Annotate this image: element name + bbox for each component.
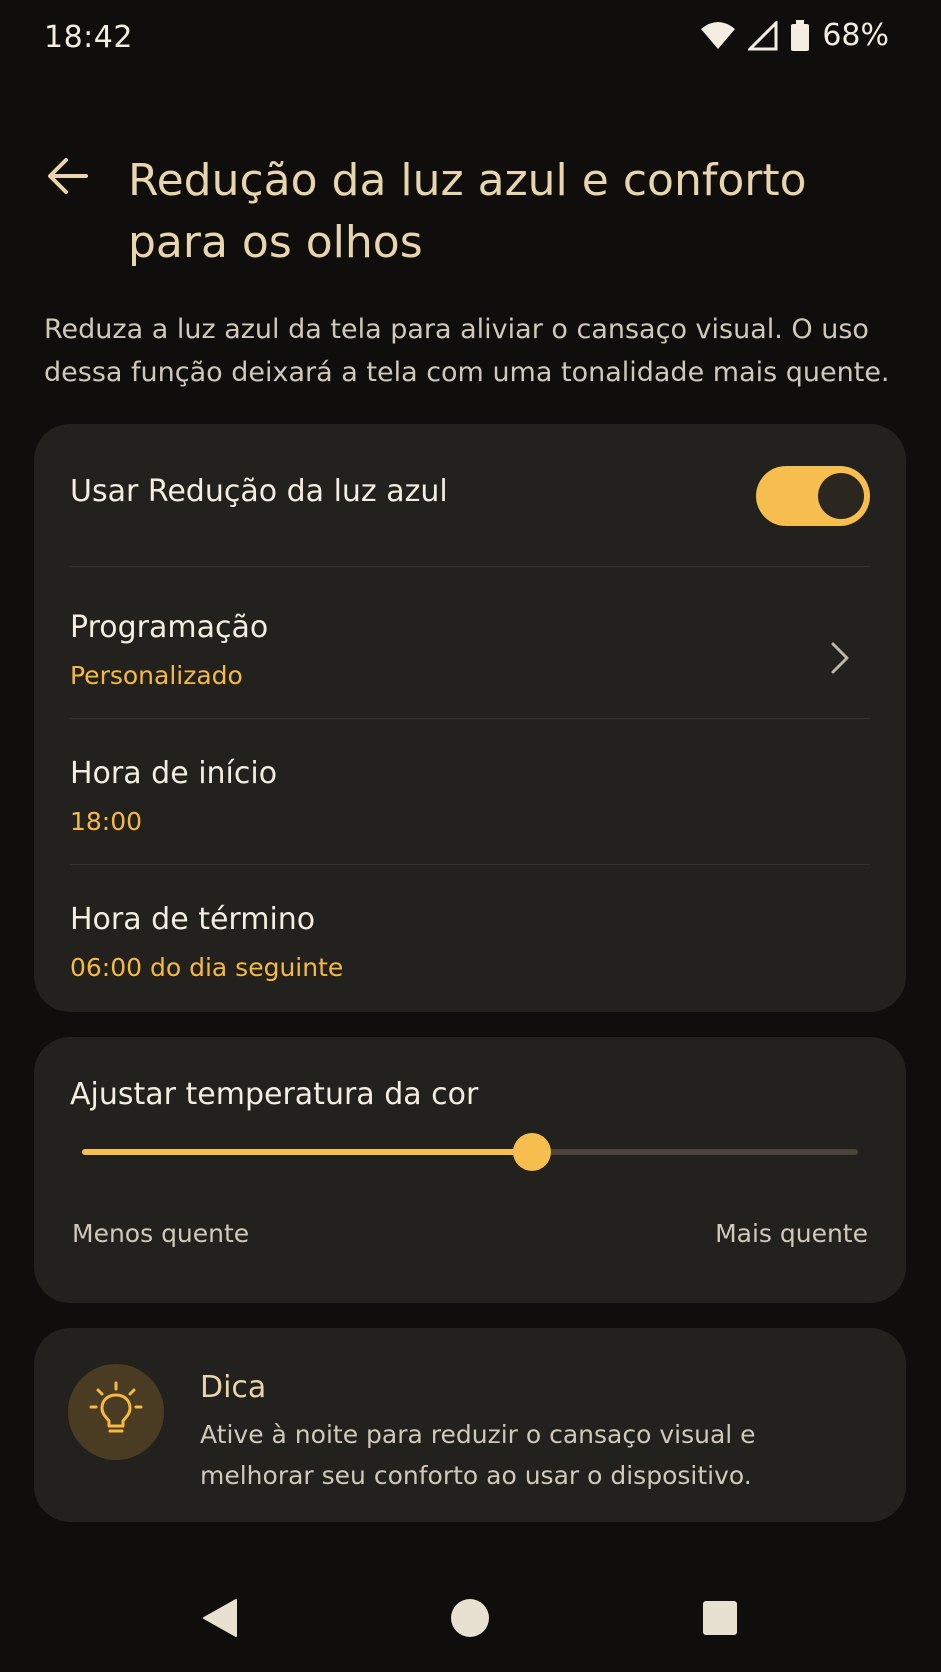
navigation-bar (0, 1580, 941, 1660)
back-triangle-icon (202, 1598, 238, 1642)
end-time-title: Hora de término (70, 902, 316, 937)
schedule-value: Personalizado (70, 661, 243, 690)
slider-thumb[interactable] (513, 1133, 552, 1171)
settings-card: Usar Redução da luz azul Programação Per… (34, 424, 906, 1012)
temperature-slider[interactable] (82, 1127, 858, 1177)
status-icons: 68% (700, 18, 889, 53)
divider (70, 566, 870, 567)
arrow-left-icon (46, 156, 90, 200)
battery-percent: 68% (822, 18, 889, 53)
schedule-row[interactable]: Programação Personalizado (70, 610, 870, 710)
tip-card: Dica Ative à noite para reduzir o cansaç… (34, 1328, 906, 1522)
status-time: 18:42 (44, 20, 133, 55)
wifi-icon (700, 21, 736, 51)
blue-light-toggle[interactable] (756, 466, 870, 526)
slider-fill (82, 1149, 533, 1155)
divider (70, 718, 870, 719)
start-time-value: 18:00 (70, 807, 143, 836)
temperature-card: Ajustar temperatura da cor Menos quente … (34, 1037, 906, 1303)
back-button[interactable] (40, 150, 96, 206)
start-time-row[interactable]: Hora de início 18:00 (70, 756, 870, 856)
temperature-title: Ajustar temperatura da cor (70, 1077, 479, 1112)
divider (70, 864, 870, 865)
recents-square-icon (701, 1599, 739, 1641)
chevron-right-icon (830, 641, 850, 679)
tip-title: Dica (200, 1370, 267, 1405)
tip-body: Ative à noite para reduzir o cansaço vis… (200, 1420, 756, 1490)
tip-icon-container (68, 1364, 164, 1460)
end-time-row[interactable]: Hora de término 06:00 do dia seguinte (70, 902, 870, 1002)
page-description: Reduza a luz azul da tela para aliviar o… (44, 314, 890, 388)
slider-max-label: Mais quente (715, 1219, 868, 1248)
battery-icon (790, 19, 810, 52)
signal-icon (748, 20, 778, 51)
nav-back-button[interactable] (180, 1580, 260, 1660)
end-time-value: 06:00 do dia seguinte (70, 953, 344, 982)
lightbulb-icon (89, 1381, 143, 1443)
use-blue-light-row[interactable]: Usar Redução da luz azul (70, 464, 870, 528)
page-title: Redução da luz azul e conforto para os o… (128, 155, 807, 268)
schedule-title: Programação (70, 610, 269, 645)
start-time-title: Hora de início (70, 756, 278, 791)
nav-recents-button[interactable] (680, 1580, 760, 1660)
use-blue-light-label: Usar Redução da luz azul (70, 474, 448, 509)
slider-min-label: Menos quente (72, 1219, 250, 1248)
home-circle-icon (450, 1598, 490, 1642)
toggle-knob (818, 473, 864, 519)
status-bar: 18:42 68% (0, 0, 941, 76)
nav-home-button[interactable] (430, 1580, 510, 1660)
